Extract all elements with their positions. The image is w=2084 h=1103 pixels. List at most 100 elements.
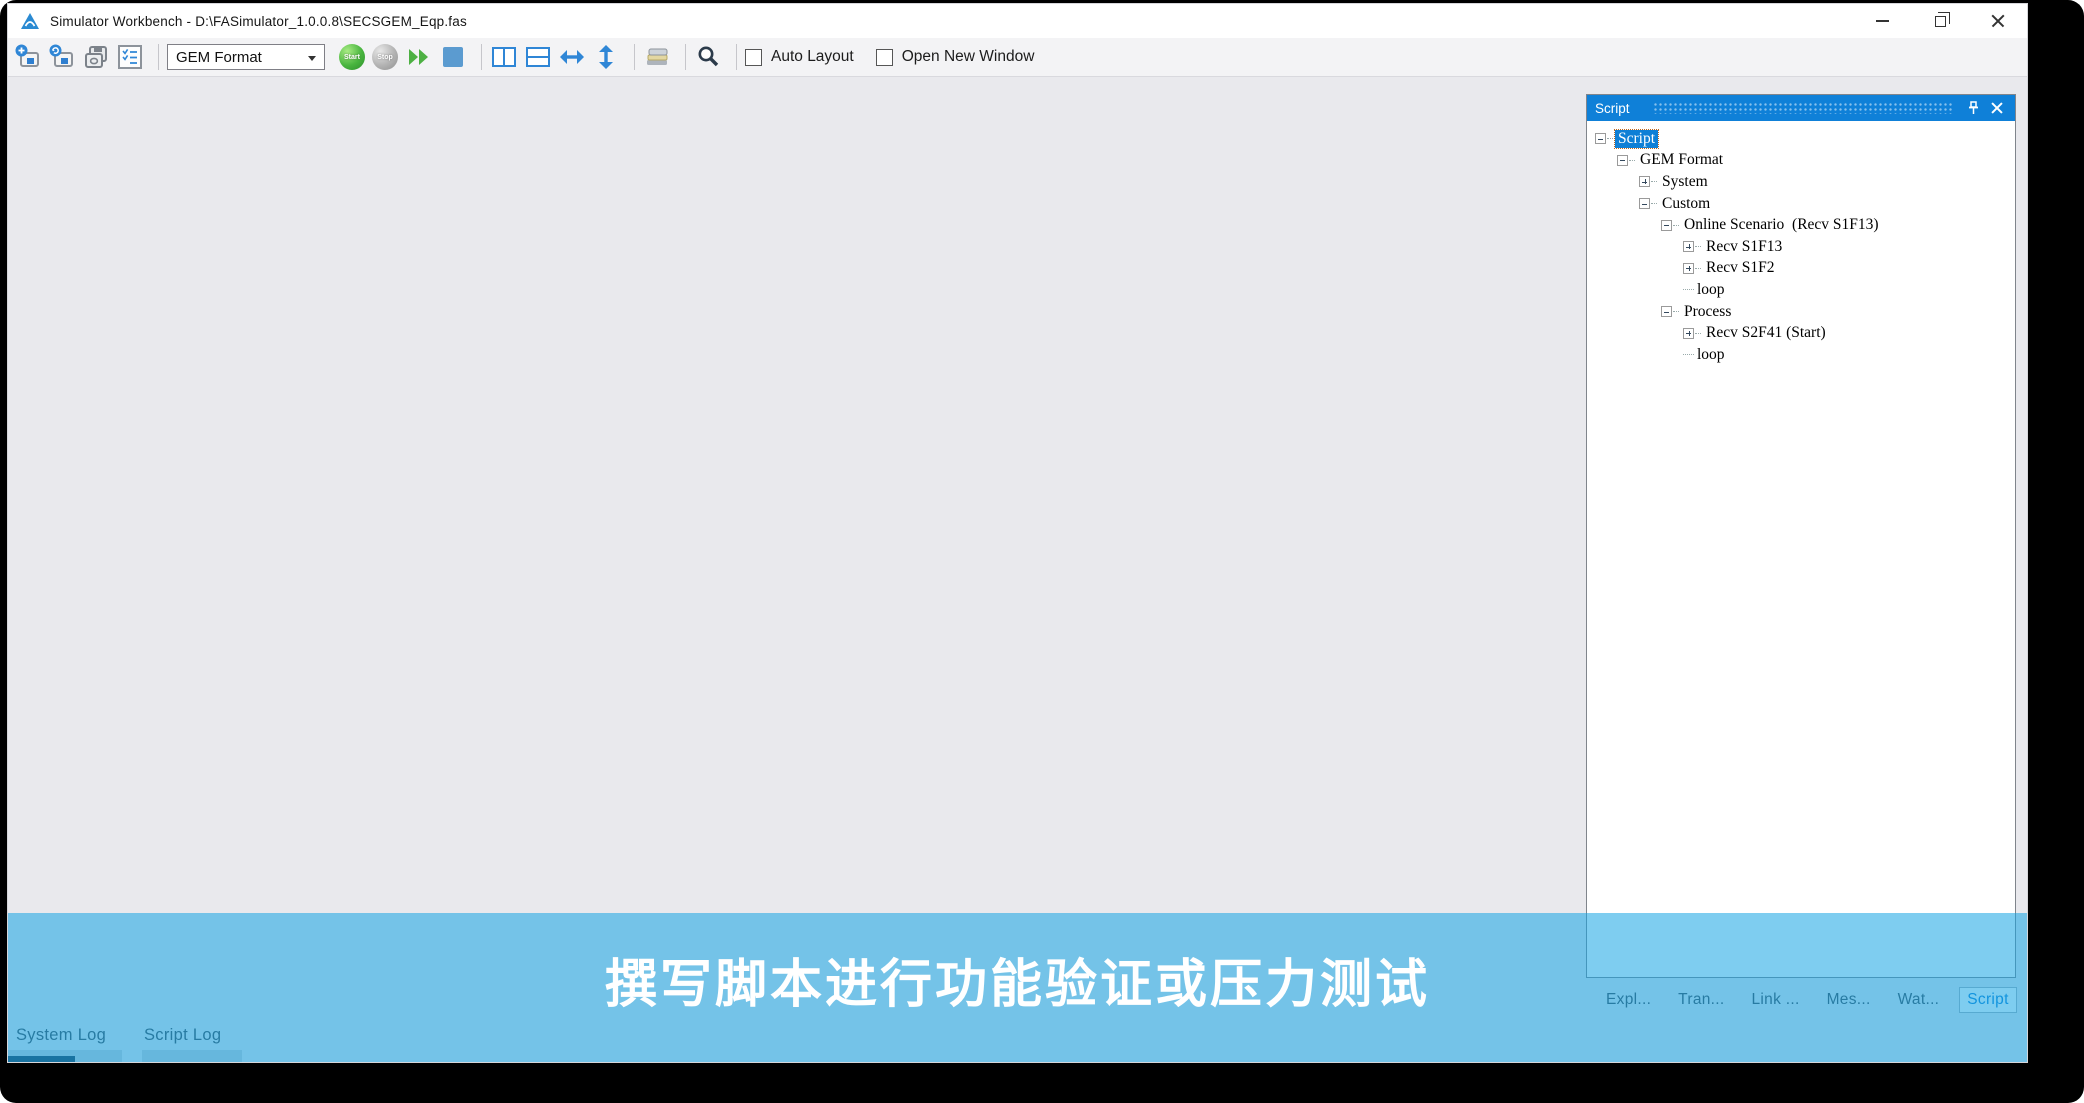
fast-forward-icon — [406, 47, 432, 67]
collapse-icon[interactable] — [1661, 220, 1672, 231]
script-panel-title: Script — [1595, 101, 1630, 116]
chevron-down-icon — [308, 56, 316, 61]
tree-node[interactable]: loop — [1595, 344, 2011, 366]
new-scenario-button[interactable] — [14, 43, 42, 71]
dock-tab-script[interactable]: Script — [1959, 987, 2016, 1013]
auto-layout-checkbox[interactable] — [745, 49, 762, 66]
tree-node[interactable]: Online Scenario (Recv S1F13) — [1595, 214, 2011, 236]
expand-icon[interactable] — [1683, 241, 1694, 252]
window-refresh-icon — [49, 44, 75, 70]
save-stack-icon — [83, 44, 109, 70]
open-new-window-label: Open New Window — [902, 48, 1035, 66]
tree-connector — [1683, 289, 1694, 290]
caption-text: 撰写脚本进行功能验证或压力测试 — [605, 942, 1430, 1017]
reload-scenario-button[interactable] — [48, 43, 76, 71]
collapse-icon[interactable] — [1639, 198, 1650, 209]
close-icon — [1991, 102, 2003, 114]
window-plus-icon — [15, 44, 41, 70]
format-combobox[interactable]: GEM Format — [167, 44, 325, 70]
collapse-icon[interactable] — [1617, 155, 1628, 166]
app-logo-icon — [20, 12, 40, 30]
tree-node-label: GEM Format — [1637, 151, 1726, 169]
tree-node-label: loop — [1694, 281, 1728, 299]
split-vertical-button[interactable] — [490, 43, 518, 71]
dock-tab-mes[interactable]: Mes... — [1820, 988, 1878, 1012]
run-fast-button[interactable] — [405, 43, 433, 71]
tree-connector — [1673, 225, 1679, 226]
collapse-icon[interactable] — [1661, 306, 1672, 317]
tree-connector — [1607, 138, 1613, 139]
stop-run-button[interactable] — [439, 43, 467, 71]
save-all-button[interactable] — [82, 43, 110, 71]
minimize-icon — [1876, 20, 1889, 22]
dock-tab-strip: Expl... Tran... Link ... Mes... Wat... Script — [1586, 985, 2018, 1015]
start-button[interactable]: Start — [339, 44, 365, 70]
pin-panel-button[interactable] — [1961, 97, 1985, 119]
stop-square-icon — [443, 47, 463, 67]
tab-system-log[interactable]: System Log — [16, 1026, 106, 1045]
toolbar-separator — [634, 44, 635, 70]
tree-node[interactable]: Recv S1F13 — [1595, 236, 2011, 258]
checklist-icon — [118, 44, 142, 70]
tab-script-log[interactable]: Script Log — [144, 1026, 221, 1045]
stop-button[interactable]: Stop — [372, 44, 398, 70]
split-horizontal-icon — [526, 47, 550, 67]
tree-node-label: loop — [1694, 346, 1728, 364]
expand-icon[interactable] — [1683, 263, 1694, 274]
tree-connector — [1651, 203, 1657, 204]
toolbar-separator — [158, 44, 159, 70]
minimize-button[interactable] — [1853, 4, 1911, 38]
tree-node[interactable]: Recv S1F2 — [1595, 258, 2011, 280]
script-tree: Script GEM Format System Custom Online Scena… — [1587, 121, 2015, 977]
tree-node-label: Custom — [1659, 195, 1713, 213]
arrows-vertical-icon — [598, 44, 614, 70]
tree-node[interactable]: Custom — [1595, 193, 2011, 215]
tree-connector — [1695, 246, 1701, 247]
tree-node[interactable]: loop — [1595, 279, 2011, 301]
expand-vertical-button[interactable] — [592, 43, 620, 71]
tree-connector — [1683, 354, 1694, 355]
tree-connector — [1629, 160, 1635, 161]
tree-node-label: Recv S1F13 — [1703, 238, 1785, 256]
window-title: Simulator Workbench - D:\FASimulator_1.0… — [50, 14, 467, 29]
main-toolbar: GEM Format Start Stop — [8, 38, 2027, 77]
restore-button[interactable] — [1911, 4, 1969, 38]
tree-node-label: Process — [1681, 303, 1734, 321]
dock-tab-wat[interactable]: Wat... — [1891, 988, 1947, 1012]
tree-node[interactable]: Recv S2F41 (Start) — [1595, 322, 2011, 344]
expand-horizontal-button[interactable] — [558, 43, 586, 71]
open-new-window-checkbox[interactable] — [876, 49, 893, 66]
format-combobox-value: GEM Format — [176, 49, 262, 66]
app-window: Simulator Workbench - D:\FASimulator_1.0… — [8, 4, 2027, 1062]
tree-node-label: Script — [1615, 130, 1658, 148]
layers-button[interactable] — [643, 43, 671, 71]
tree-node-label: System — [1659, 173, 1711, 191]
split-vertical-icon — [492, 47, 516, 67]
tree-node[interactable]: GEM Format — [1595, 150, 2011, 172]
tree-connector — [1695, 333, 1701, 334]
search-button[interactable] — [694, 43, 722, 71]
tree-node-label: Online Scenario (Recv S1F13) — [1681, 216, 1882, 234]
script-list-button[interactable] — [116, 43, 144, 71]
tree-node[interactable]: Script — [1595, 128, 2011, 150]
arrows-horizontal-icon — [559, 49, 585, 65]
tree-node[interactable]: Process — [1595, 301, 2011, 323]
toolbar-separator — [685, 44, 686, 70]
active-log-tab-indicator — [8, 1056, 75, 1062]
split-horizontal-button[interactable] — [524, 43, 552, 71]
collapse-icon[interactable] — [1595, 133, 1606, 144]
dock-tab-expl[interactable]: Expl... — [1599, 988, 1658, 1012]
close-button[interactable] — [1969, 4, 2027, 38]
title-bar: Simulator Workbench - D:\FASimulator_1.0… — [8, 4, 2027, 38]
tree-node[interactable]: System — [1595, 171, 2011, 193]
script-log-tab-bar — [142, 1050, 242, 1062]
expand-icon[interactable] — [1683, 328, 1694, 339]
expand-icon[interactable] — [1639, 176, 1650, 187]
tree-node-label: Recv S1F2 — [1703, 259, 1777, 277]
dock-tab-link[interactable]: Link ... — [1745, 988, 1807, 1012]
layers-icon — [644, 46, 670, 68]
dock-tab-tran[interactable]: Tran... — [1671, 988, 1731, 1012]
tree-connector — [1651, 181, 1657, 182]
close-panel-button[interactable] — [1985, 97, 2009, 119]
script-panel-header: Script — [1587, 95, 2015, 121]
